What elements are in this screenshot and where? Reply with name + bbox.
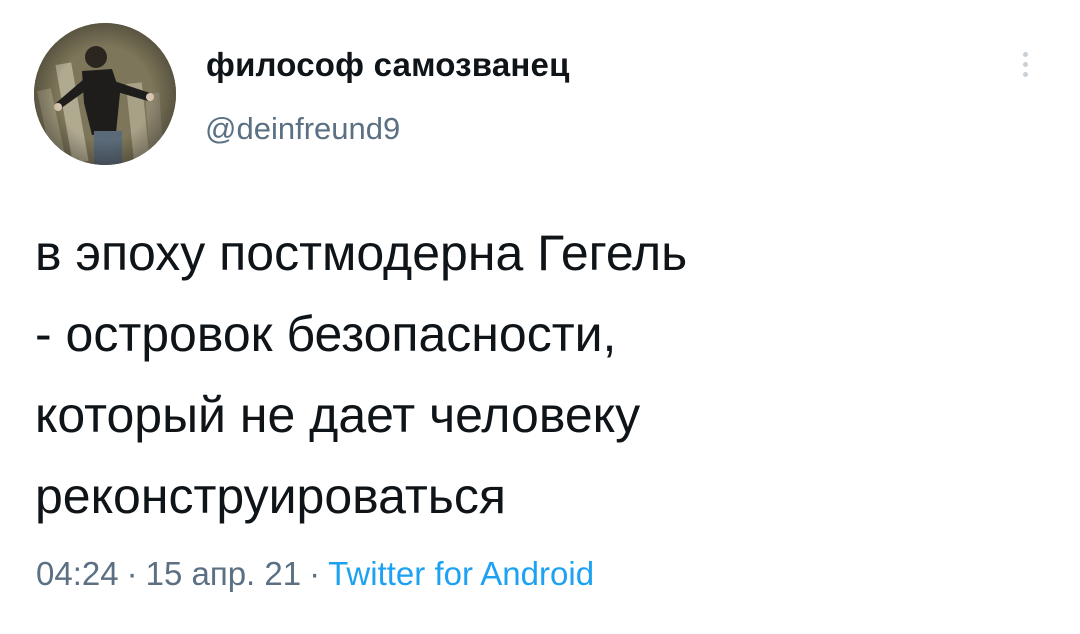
tweet-text-line: - островок безопасности, bbox=[35, 306, 617, 362]
tweet-source-link[interactable]: Twitter for Android bbox=[328, 555, 594, 592]
author-display-name[interactable]: философ самозванец bbox=[206, 46, 570, 84]
author-handle[interactable]: @deinfreund9 bbox=[205, 111, 400, 147]
tweet-time[interactable]: 04:24 bbox=[36, 555, 119, 592]
tweet-text-line: в эпоху постмодерна Гегель bbox=[35, 225, 688, 281]
tweet-text-line: который не дает человеку bbox=[35, 387, 641, 443]
meta-separator: · bbox=[126, 555, 138, 592]
tweet-meta: 04:24 · 15 апр. 21 · Twitter for Android bbox=[36, 555, 594, 593]
meta-separator: · bbox=[309, 555, 321, 592]
tweet-date[interactable]: 15 апр. 21 bbox=[146, 555, 302, 592]
tweet-text: в эпоху постмодерна Гегель - островок бе… bbox=[35, 213, 1035, 537]
vertical-ellipsis-icon bbox=[1022, 71, 1028, 77]
vertical-ellipsis-icon bbox=[1022, 61, 1028, 67]
vertical-ellipsis-icon bbox=[1022, 51, 1028, 57]
profile-photo-icon bbox=[34, 23, 176, 165]
more-options-button[interactable] bbox=[1010, 44, 1040, 84]
avatar[interactable] bbox=[34, 23, 176, 165]
tweet-text-line: реконструироваться bbox=[35, 468, 506, 524]
tweet-card: философ самозванец @deinfreund9 в эпоху … bbox=[0, 0, 1080, 634]
